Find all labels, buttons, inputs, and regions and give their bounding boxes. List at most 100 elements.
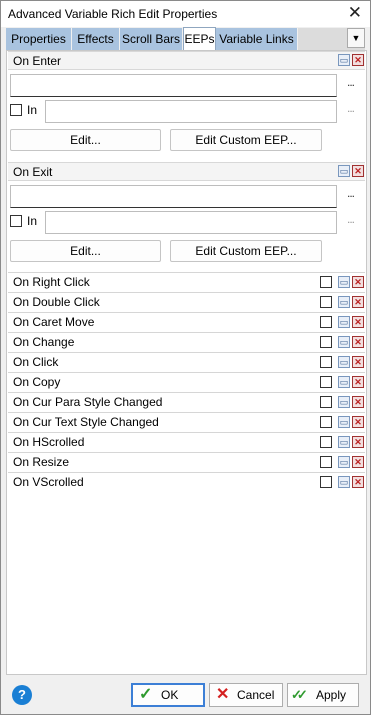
event-enable-checkbox[interactable] (320, 476, 332, 488)
on-enter-in-label: In (27, 103, 38, 117)
event-row: On Caret Move ▭ ✕ (8, 312, 365, 331)
on-enter-in-checkbox[interactable] (10, 104, 22, 116)
event-row: On Cur Text Style Changed ▭ ✕ (8, 412, 365, 431)
tab-properties[interactable]: Properties (6, 28, 72, 50)
event-row: On Click ▭ ✕ (8, 352, 365, 371)
event-enable-checkbox[interactable] (320, 436, 332, 448)
on-exit-edit-button[interactable]: Edit... (10, 240, 161, 262)
cancel-button[interactable]: ✕ Cancel (209, 683, 283, 707)
tab-overflow-chevron-icon[interactable]: ▼ (347, 28, 365, 48)
event-enable-checkbox[interactable] (320, 316, 332, 328)
minimize-icon[interactable]: ▭ (338, 165, 350, 177)
event-label: On Click (13, 355, 59, 369)
event-enable-checkbox[interactable] (320, 376, 332, 388)
dialog-button-bar: ? ✓ OK ✕ Cancel ✓✓ Apply (1, 676, 370, 714)
event-enable-checkbox[interactable] (320, 396, 332, 408)
delete-icon[interactable]: ✕ (352, 396, 364, 408)
minimize-icon[interactable]: ▭ (338, 456, 350, 468)
event-label: On Copy (13, 375, 61, 389)
delete-icon[interactable]: ✕ (352, 376, 364, 388)
minimize-icon[interactable]: ▭ (338, 316, 350, 328)
event-row: On Copy ▭ ✕ (8, 372, 365, 391)
event-row: On Double Click ▭ ✕ (8, 292, 365, 311)
on-enter-in-input[interactable] (45, 100, 337, 123)
on-exit-eep-input[interactable] (10, 185, 337, 208)
event-label: On Cur Para Style Changed (13, 395, 163, 409)
on-exit-in-label: In (27, 214, 38, 228)
cancel-label: Cancel (237, 688, 275, 702)
minimize-icon[interactable]: ▭ (338, 276, 350, 288)
minimize-icon[interactable]: ▭ (338, 376, 350, 388)
delete-icon[interactable]: ✕ (352, 296, 364, 308)
tab-bar: Properties Effects Scroll Bars EEPs Vari… (6, 27, 365, 50)
delete-icon[interactable]: ✕ (352, 436, 364, 448)
event-row: On Right Click ▭ ✕ (8, 272, 365, 291)
minimize-icon[interactable]: ▭ (338, 54, 350, 66)
delete-icon[interactable]: ✕ (352, 316, 364, 328)
on-exit-in-checkbox[interactable] (10, 215, 22, 227)
event-enable-checkbox[interactable] (320, 456, 332, 468)
window-title: Advanced Variable Rich Edit Properties (8, 7, 218, 21)
minimize-icon[interactable]: ▭ (338, 336, 350, 348)
event-enable-checkbox[interactable] (320, 416, 332, 428)
on-enter-browse-button[interactable]: ... (347, 75, 355, 89)
event-enable-checkbox[interactable] (320, 336, 332, 348)
event-label: On Resize (13, 455, 70, 469)
delete-icon[interactable]: ✕ (352, 476, 364, 488)
on-exit-edit-custom-button[interactable]: Edit Custom EEP... (170, 240, 322, 262)
title-bar: Advanced Variable Rich Edit Properties ✕ (1, 1, 370, 27)
on-enter-edit-button[interactable]: Edit... (10, 129, 161, 151)
event-row: On Resize ▭ ✕ (8, 452, 365, 471)
event-label: On Cur Text Style Changed (13, 415, 159, 429)
tab-effects[interactable]: Effects (72, 28, 120, 50)
tab-variable-links[interactable]: Variable Links (216, 28, 298, 50)
event-row: On HScrolled ▭ ✕ (8, 432, 365, 451)
delete-icon[interactable]: ✕ (352, 165, 364, 177)
close-icon[interactable]: ✕ (348, 4, 362, 22)
event-label: On Caret Move (13, 315, 95, 329)
on-exit-browse-button[interactable]: ... (347, 186, 355, 200)
event-enable-checkbox[interactable] (320, 296, 332, 308)
check-icon: ✓ (139, 686, 153, 703)
delete-icon[interactable]: ✕ (352, 336, 364, 348)
minimize-icon[interactable]: ▭ (338, 296, 350, 308)
minimize-icon[interactable]: ▭ (338, 476, 350, 488)
event-enable-checkbox[interactable] (320, 356, 332, 368)
event-enable-checkbox[interactable] (320, 276, 332, 288)
event-label: On VScrolled (13, 475, 84, 489)
section-header-on-enter: On Enter ▭ ✕ (8, 51, 365, 70)
minimize-icon[interactable]: ▭ (338, 396, 350, 408)
event-label: On Change (13, 335, 75, 349)
apply-button[interactable]: ✓✓ Apply (287, 683, 359, 707)
dialog-window: Advanced Variable Rich Edit Properties ✕… (0, 0, 371, 715)
help-icon[interactable]: ? (12, 685, 32, 705)
double-check-icon: ✓✓ (291, 687, 308, 702)
eeps-panel: On Enter ▭ ✕ ... In ... Edit... Edit Cus… (6, 50, 367, 675)
delete-icon[interactable]: ✕ (352, 356, 364, 368)
delete-icon[interactable]: ✕ (352, 276, 364, 288)
on-enter-in-browse-button[interactable]: ... (347, 101, 355, 115)
tab-scroll-bars[interactable]: Scroll Bars (120, 28, 183, 50)
minimize-icon[interactable]: ▭ (338, 356, 350, 368)
on-exit-in-input[interactable] (45, 211, 337, 234)
ok-label: OK (161, 688, 179, 702)
event-label: On Double Click (13, 295, 100, 309)
section-label: On Enter (13, 54, 62, 68)
delete-icon[interactable]: ✕ (352, 456, 364, 468)
section-label: On Exit (13, 165, 53, 179)
minimize-icon[interactable]: ▭ (338, 416, 350, 428)
delete-icon[interactable]: ✕ (352, 416, 364, 428)
section-header-on-exit: On Exit ▭ ✕ (8, 162, 365, 181)
event-label: On Right Click (13, 275, 90, 289)
on-exit-in-browse-button[interactable]: ... (347, 212, 355, 226)
event-row: On VScrolled ▭ ✕ (8, 472, 365, 491)
minimize-icon[interactable]: ▭ (338, 436, 350, 448)
event-row: On Change ▭ ✕ (8, 332, 365, 351)
ok-button[interactable]: ✓ OK (131, 683, 205, 707)
on-enter-eep-input[interactable] (10, 74, 337, 97)
event-label: On HScrolled (13, 435, 85, 449)
on-enter-edit-custom-button[interactable]: Edit Custom EEP... (170, 129, 322, 151)
tab-eeps[interactable]: EEPs (183, 27, 216, 50)
delete-icon[interactable]: ✕ (352, 54, 364, 66)
cancel-x-icon: ✕ (216, 686, 230, 703)
